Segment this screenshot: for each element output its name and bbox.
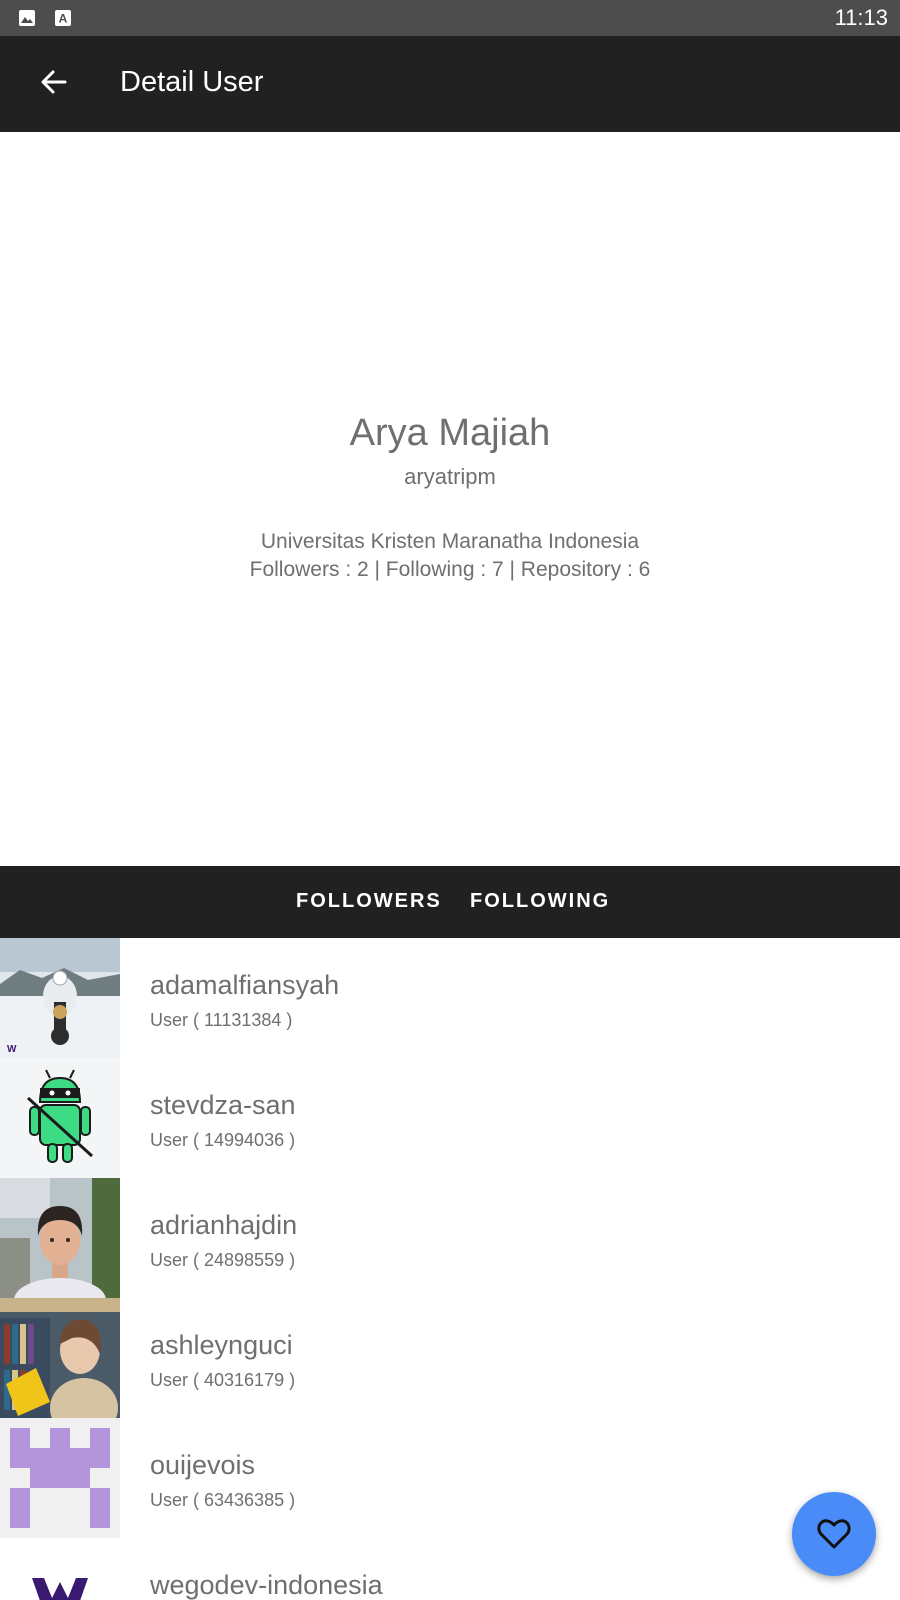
- avatar: [0, 1418, 120, 1538]
- user-login: stevdza-san: [150, 1090, 296, 1120]
- avatar: [0, 1538, 120, 1600]
- profile-name: Arya Majiah: [349, 412, 551, 454]
- user-login: adamalfiansyah: [150, 970, 340, 1000]
- list-item[interactable]: wegodev-indonesia: [0, 1538, 900, 1600]
- user-login: wegodev-indonesia: [150, 1570, 383, 1600]
- tab-followers[interactable]: FOLLOWERS: [296, 890, 442, 913]
- avatar: [0, 1178, 120, 1298]
- heart-outline-icon: [817, 1519, 851, 1549]
- list-item[interactable]: W adamalfiansyah User ( 11131384 ): [0, 938, 900, 1058]
- avatar: W: [0, 938, 120, 1058]
- profile-stats: Followers : 2 | Following : 7 | Reposito…: [249, 558, 651, 581]
- svg-text:A: A: [59, 12, 68, 26]
- list-item[interactable]: stevdza-san User ( 14994036 ): [0, 1058, 900, 1178]
- arrow-back-icon[interactable]: [36, 64, 72, 100]
- status-time: 11:13: [834, 5, 888, 30]
- user-login: ouijevois: [150, 1450, 256, 1480]
- tab-bar: FOLLOWERS FOLLOWING: [0, 866, 900, 938]
- svg-text:W: W: [7, 1044, 17, 1055]
- text-notification-icon: A: [55, 10, 71, 26]
- app-bar: Detail User: [0, 36, 900, 132]
- avatar: [0, 1298, 120, 1418]
- user-subtitle: User ( 40316179 ): [150, 1370, 296, 1390]
- tab-following[interactable]: FOLLOWING: [470, 890, 610, 913]
- list-item[interactable]: ashleynguci User ( 40316179 ): [0, 1298, 900, 1418]
- profile-login: aryatripm: [404, 464, 496, 489]
- favorite-button[interactable]: [792, 1492, 876, 1576]
- list-item[interactable]: ouijevois User ( 63436385 ): [0, 1418, 900, 1538]
- profile-section: Arya Majiah aryatripm Universitas Kriste…: [0, 132, 900, 866]
- profile-company: Universitas Kristen Maranatha Indonesia: [260, 530, 640, 553]
- image-notification-icon: [19, 10, 35, 26]
- user-subtitle: User ( 14994036 ): [150, 1130, 296, 1150]
- avatar: [0, 1058, 120, 1178]
- page-title: Detail User: [120, 66, 264, 98]
- list-item[interactable]: adrianhajdin User ( 24898559 ): [0, 1178, 900, 1298]
- user-login: adrianhajdin: [150, 1210, 298, 1240]
- user-subtitle: User ( 63436385 ): [150, 1490, 296, 1510]
- user-list: W adamalfiansyah User ( 11131384 ) stevd…: [0, 938, 900, 1600]
- user-login: ashleynguci: [150, 1330, 293, 1360]
- status-bar: A 11:13: [0, 0, 900, 36]
- user-subtitle: User ( 24898559 ): [150, 1250, 296, 1270]
- user-subtitle: User ( 11131384 ): [150, 1010, 293, 1030]
